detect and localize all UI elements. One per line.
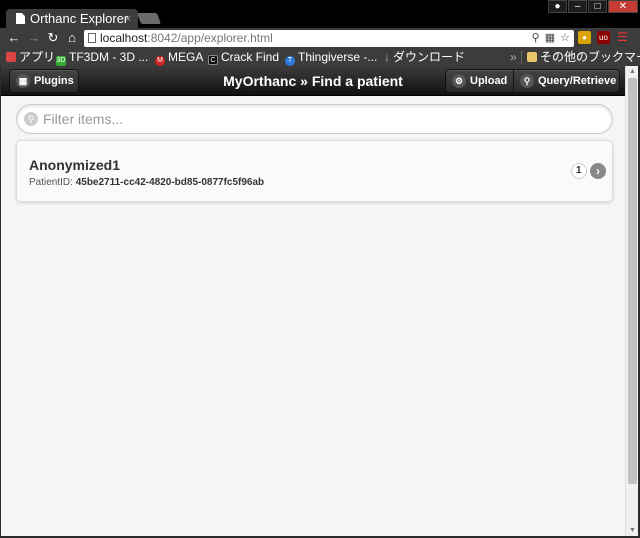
gear-icon: ⚙	[452, 74, 466, 88]
browser-tab[interactable]: Orthanc Explorer ×	[6, 9, 138, 29]
search-icon: ⚲	[24, 112, 38, 126]
grid-icon: ▦	[16, 74, 30, 88]
patient-list-item[interactable]: Anonymized1 PatientID: 45be2711-cc42-482…	[16, 140, 613, 202]
scroll-thumb[interactable]	[628, 78, 637, 484]
address-bar[interactable]: localhost:8042/app/explorer.html ⚲ ▦ ☆	[84, 30, 574, 47]
bookmark-item[interactable]: T Thingiverse -...	[285, 49, 377, 66]
browser-toolbar: ← → ↻ ⌂ localhost:8042/app/explorer.html…	[0, 28, 640, 49]
folder-icon	[527, 52, 537, 62]
apps-grid-icon	[6, 52, 16, 62]
other-bookmarks[interactable]: その他のブックマーク	[527, 49, 640, 65]
scroll-up-arrow-icon[interactable]: ▲	[626, 66, 639, 77]
bookmarks-divider	[521, 51, 522, 64]
bookmark-star-icon[interactable]: ☆	[560, 30, 570, 47]
study-count-badge: 1	[571, 163, 587, 179]
page-icon	[16, 13, 25, 24]
new-tab-button[interactable]	[136, 13, 162, 24]
filter-box: ⚲	[16, 104, 613, 134]
window-controls: ● – □ ✕	[547, 0, 638, 13]
menu-icon[interactable]: ☰	[616, 31, 629, 44]
scroll-down-arrow-icon[interactable]: ▼	[626, 525, 639, 536]
page-viewport: ▦ Plugins MyOrthanc » Find a patient ⚙ U…	[1, 66, 625, 536]
back-arrow-icon[interactable]: ←	[6, 30, 22, 46]
forward-arrow-icon[interactable]: →	[26, 30, 42, 46]
patient-id-label: PatientID:	[29, 177, 73, 188]
patient-id: PatientID: 45be2711-cc42-4820-bd85-0877f…	[29, 177, 264, 188]
mega-icon: M	[155, 56, 165, 66]
translate-icon[interactable]: ▦	[545, 30, 555, 47]
crackfind-icon: C	[208, 55, 218, 65]
upload-button[interactable]: ⚙ Upload	[445, 69, 514, 93]
browser-window: Orthanc Explorer × ● – □ ✕ ← → ↻ ⌂ local…	[0, 0, 640, 538]
bookmarks-overflow-button[interactable]: »	[510, 49, 517, 65]
extension-icon[interactable]: ●	[578, 31, 591, 44]
page-info-icon[interactable]	[88, 33, 96, 43]
patient-id-value: 45be2711-cc42-4820-bd85-0877fc5f96ab	[75, 177, 265, 188]
url-host: localhost	[100, 31, 148, 45]
tab-strip: Orthanc Explorer × ● – □ ✕	[0, 0, 640, 29]
tf3dm-icon: 3D	[56, 56, 66, 66]
tab-title: Orthanc Explorer	[30, 11, 129, 26]
bookmark-item[interactable]: C Crack Find	[208, 49, 279, 65]
chevron-right-icon[interactable]: ›	[590, 163, 606, 179]
page-header: ▦ Plugins MyOrthanc » Find a patient ⚙ U…	[1, 66, 625, 96]
bookmark-apps[interactable]: アプリ	[6, 49, 55, 65]
zoom-icon[interactable]: ⚲	[532, 30, 540, 47]
thingiverse-icon: T	[285, 56, 295, 66]
bookmark-item[interactable]: M MEGA	[155, 49, 203, 66]
home-icon[interactable]: ⌂	[64, 30, 80, 46]
filter-input[interactable]	[43, 109, 603, 129]
ublock-icon[interactable]: uo	[597, 31, 610, 44]
bookmarks-bar: アプリ 3D TF3DM - 3D ... M MEGA C Crack Find T…	[0, 49, 640, 66]
query-retrieve-button[interactable]: ⚲ Query/Retrieve	[513, 69, 620, 93]
reload-icon[interactable]: ↻	[45, 30, 61, 46]
close-window-button[interactable]: ✕	[608, 0, 638, 13]
bookmark-item[interactable]: ↓ ダウンロード	[384, 49, 465, 65]
bookmark-item[interactable]: 3D TF3DM - 3D ...	[56, 49, 148, 66]
scrollbar[interactable]: ▲ ▼	[625, 66, 638, 536]
maximize-button[interactable]: □	[588, 0, 607, 13]
minimize-button[interactable]: –	[568, 0, 587, 13]
patient-name: Anonymized1	[29, 157, 121, 173]
extensions: ● uo ☰	[578, 31, 629, 44]
download-icon: ↓	[384, 50, 390, 64]
plugins-button[interactable]: ▦ Plugins	[9, 69, 79, 93]
omnibox-actions: ⚲ ▦ ☆	[532, 30, 570, 47]
url-path: :8042/app/explorer.html	[147, 31, 273, 45]
close-tab-icon[interactable]: ×	[125, 9, 131, 29]
search-icon: ⚲	[520, 74, 534, 88]
profile-icon[interactable]: ●	[548, 0, 567, 13]
